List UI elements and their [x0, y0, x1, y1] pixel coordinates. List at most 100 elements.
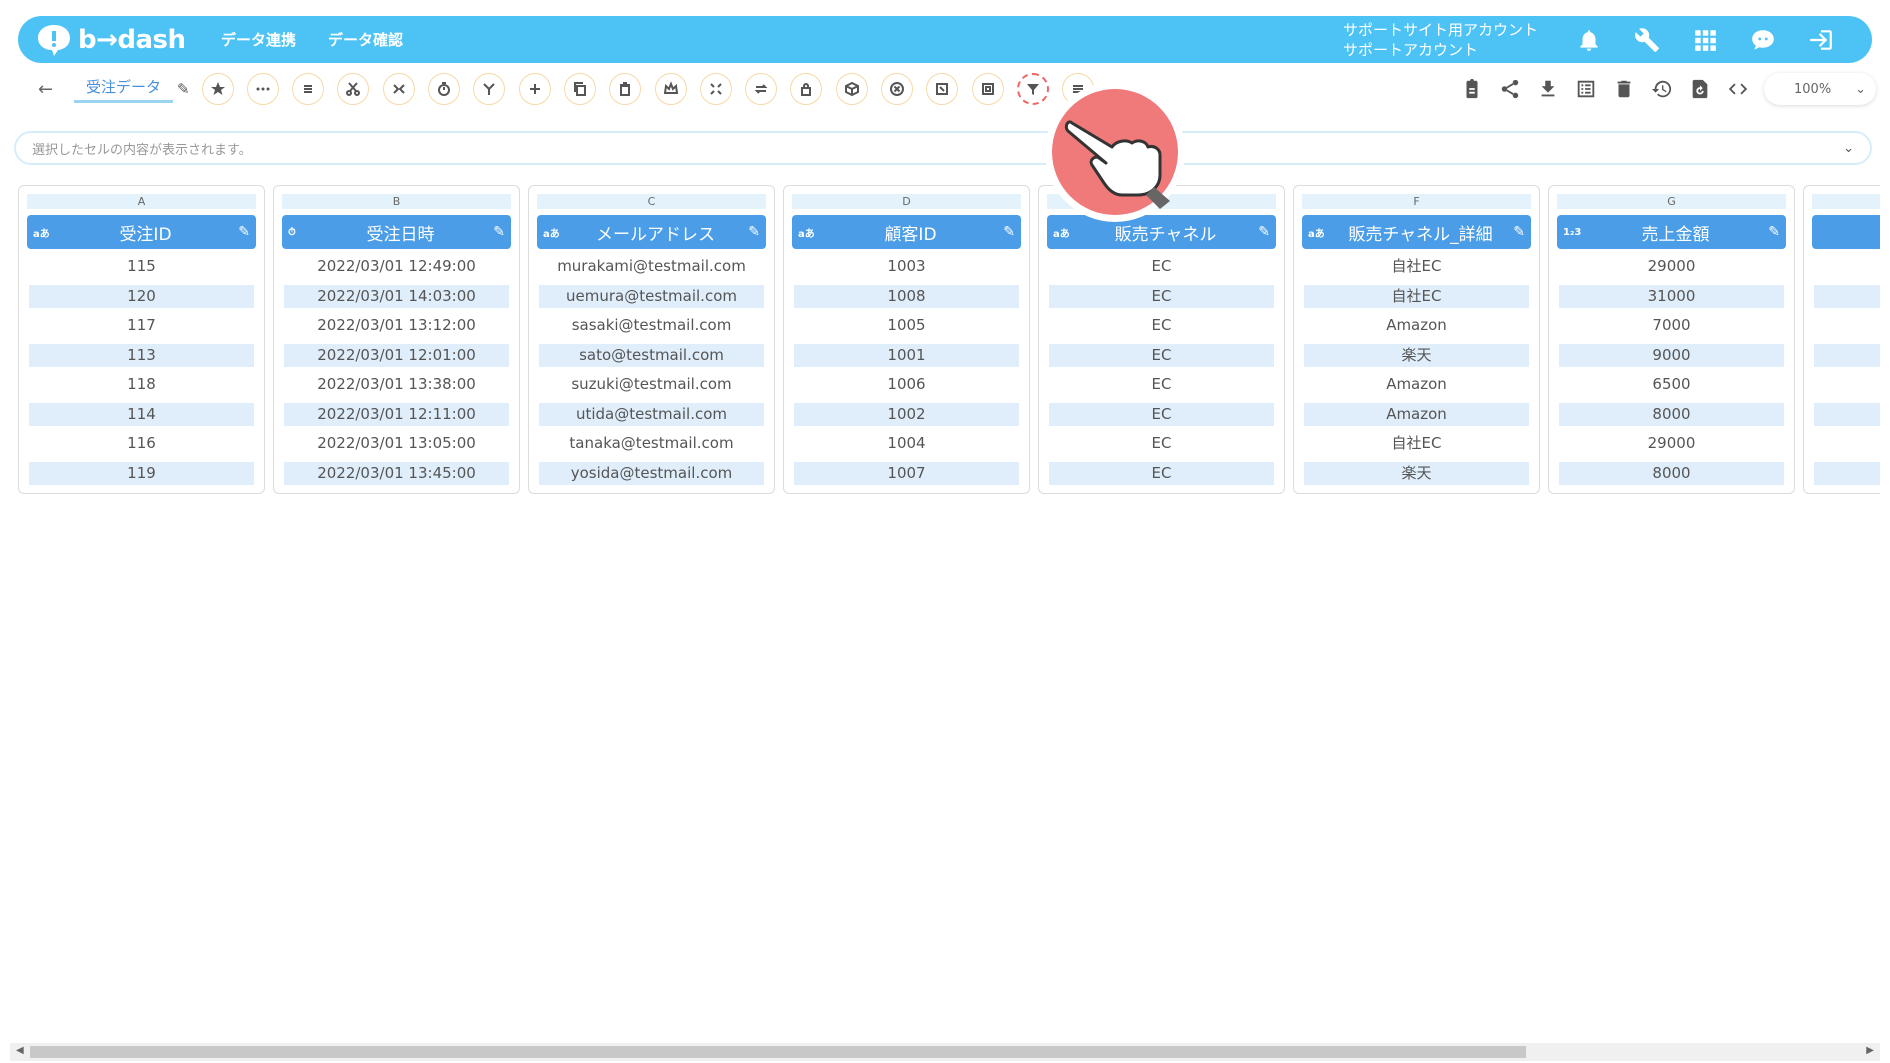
- column-letter[interactable]: F: [1302, 194, 1531, 209]
- column-letter[interactable]: C: [537, 194, 766, 209]
- download-icon[interactable]: [1536, 77, 1560, 101]
- wrench-icon[interactable]: [1632, 25, 1662, 55]
- table-cell[interactable]: 1008: [794, 284, 1019, 308]
- logo[interactable]: b→dash: [36, 23, 186, 57]
- table-cell[interactable]: 1005: [794, 314, 1019, 337]
- column-header[interactable]: aあ 販売チャネル_詳細 ✎: [1302, 215, 1531, 249]
- grid-column[interactable]: Aaあ 受注ID ✎ 115 120 117 113 118 114 116 119: [18, 185, 265, 494]
- table-cell[interactable]: [1814, 284, 1880, 308]
- bell-icon[interactable]: [1574, 25, 1604, 55]
- table-cell[interactable]: EC: [1049, 314, 1274, 337]
- support-chat-icon[interactable]: [1748, 25, 1778, 55]
- table-cell[interactable]: 2022/03/01 13:45:00: [284, 461, 509, 485]
- horizontal-scrollbar[interactable]: ◀ ▶: [10, 1043, 1880, 1061]
- scissors-icon[interactable]: [337, 73, 370, 105]
- pencil-icon[interactable]: ✎: [1252, 224, 1270, 240]
- column-header[interactable]: aあ メールアドレス ✎: [537, 215, 766, 249]
- pencil-icon[interactable]: ✎: [1762, 224, 1780, 240]
- clipboard-icon[interactable]: [1460, 77, 1484, 101]
- table-cell[interactable]: 2022/03/01 13:38:00: [284, 373, 509, 396]
- table-cell[interactable]: tanaka@testmail.com: [539, 432, 764, 455]
- share-icon[interactable]: [1498, 77, 1522, 101]
- copy-icon[interactable]: [563, 73, 596, 105]
- table-cell[interactable]: [1814, 432, 1880, 455]
- repeat-icon[interactable]: [745, 73, 778, 105]
- column-header[interactable]: 1₂3 売上金額 ✎: [1557, 215, 1786, 249]
- table-cell[interactable]: 楽天: [1304, 461, 1529, 485]
- table-cell[interactable]: sasaki@testmail.com: [539, 314, 764, 337]
- table-cell[interactable]: [1814, 402, 1880, 426]
- table-cell[interactable]: EC: [1049, 284, 1274, 308]
- table-cell[interactable]: suzuki@testmail.com: [539, 373, 764, 396]
- cell-content-bar[interactable]: 選択したセルの内容が表示されます。 ⌄: [14, 131, 1872, 165]
- table-cell[interactable]: 1002: [794, 402, 1019, 426]
- table-cell[interactable]: 29000: [1559, 432, 1784, 455]
- table-cell[interactable]: murakami@testmail.com: [539, 255, 764, 278]
- table-cell[interactable]: 2022/03/01 13:05:00: [284, 432, 509, 455]
- table-cell[interactable]: sato@testmail.com: [539, 343, 764, 367]
- grid-column[interactable]: Faあ 販売チャネル_詳細 ✎ 自社EC 自社EC Amazon 楽天 Amazon Amazo…: [1293, 185, 1540, 494]
- table-cell[interactable]: 6500: [1559, 373, 1784, 396]
- table-cell[interactable]: yosida@testmail.com: [539, 461, 764, 485]
- table-cell[interactable]: [1814, 343, 1880, 367]
- table-cell[interactable]: EC: [1049, 402, 1274, 426]
- column-letter[interactable]: [1812, 194, 1880, 209]
- plus-icon[interactable]: [518, 73, 551, 105]
- column-letter[interactable]: G: [1557, 194, 1786, 209]
- table-cell[interactable]: Amazon: [1304, 314, 1529, 337]
- table-cell[interactable]: [1814, 373, 1880, 396]
- table-cell[interactable]: Amazon: [1304, 402, 1529, 426]
- column-header[interactable]: aあ 受注ID ✎: [27, 215, 256, 249]
- trash-icon[interactable]: [609, 73, 642, 105]
- refresh-doc-icon[interactable]: [1688, 77, 1712, 101]
- chevron-down-icon[interactable]: ⌄: [1843, 141, 1854, 156]
- table-cell[interactable]: 2022/03/01 13:12:00: [284, 314, 509, 337]
- table-cell[interactable]: [1814, 255, 1880, 278]
- table-cell[interactable]: uemura@testmail.com: [539, 284, 764, 308]
- table-cell[interactable]: 1001: [794, 343, 1019, 367]
- account-info[interactable]: サポートサイト用アカウント サポートアカウント: [1343, 20, 1538, 60]
- column-header[interactable]: aあ 顧客ID ✎: [792, 215, 1021, 249]
- table-cell[interactable]: 29000: [1559, 255, 1784, 278]
- table-cell[interactable]: 9000: [1559, 343, 1784, 367]
- table-cell[interactable]: 自社EC: [1304, 284, 1529, 308]
- pencil-icon[interactable]: ✎: [742, 224, 760, 240]
- table-cell[interactable]: 2022/03/01 12:11:00: [284, 402, 509, 426]
- table-cell[interactable]: 自社EC: [1304, 432, 1529, 455]
- pencil-icon[interactable]: ✎: [177, 80, 190, 98]
- grid-column[interactable]: Caあ メールアドレス ✎ murakami@testmail.com uemura@t…: [528, 185, 775, 494]
- table-cell[interactable]: EC: [1049, 255, 1274, 278]
- frame-icon[interactable]: [971, 73, 1004, 105]
- list-view-icon[interactable]: [1574, 77, 1598, 101]
- dataset-title[interactable]: 受注データ: [74, 76, 174, 103]
- grid-column[interactable]: G 1₂3 売上金額 ✎ 29000 31000 7000 9000 6500 8000 29000…: [1548, 185, 1795, 494]
- table-cell[interactable]: 2022/03/01 12:01:00: [284, 343, 509, 367]
- pencil-icon[interactable]: ✎: [1507, 224, 1525, 240]
- table-cell[interactable]: 1006: [794, 373, 1019, 396]
- table-cell[interactable]: 8000: [1559, 402, 1784, 426]
- table-cell[interactable]: 2022/03/01 12:49:00: [284, 255, 509, 278]
- table-cell[interactable]: 120: [29, 284, 254, 308]
- table-cell[interactable]: 1007: [794, 461, 1019, 485]
- nav-data-check[interactable]: データ確認: [328, 29, 403, 50]
- table-cell[interactable]: [1814, 461, 1880, 485]
- table-cell[interactable]: Amazon: [1304, 373, 1529, 396]
- more-dots-icon[interactable]: [246, 73, 279, 105]
- timer-icon[interactable]: [428, 73, 461, 105]
- table-cell[interactable]: [1814, 314, 1880, 337]
- table-cell[interactable]: 自社EC: [1304, 255, 1529, 278]
- apps-grid-icon[interactable]: [1690, 25, 1720, 55]
- code-icon[interactable]: [1726, 77, 1750, 101]
- pencil-icon[interactable]: ✎: [232, 224, 250, 240]
- table-cell[interactable]: EC: [1049, 373, 1274, 396]
- merge-arrows-icon[interactable]: [382, 73, 415, 105]
- lock-icon[interactable]: [790, 73, 823, 105]
- table-cell[interactable]: 118: [29, 373, 254, 396]
- table-cell[interactable]: 114: [29, 402, 254, 426]
- collapse-icon[interactable]: [699, 73, 732, 105]
- pencil-icon[interactable]: ✎: [487, 224, 505, 240]
- column-header[interactable]: ⏱ 受注日時 ✎: [282, 215, 511, 249]
- history-icon[interactable]: [1650, 77, 1674, 101]
- scrollbar-thumb[interactable]: [30, 1046, 1526, 1058]
- transform-icon[interactable]: [926, 73, 959, 105]
